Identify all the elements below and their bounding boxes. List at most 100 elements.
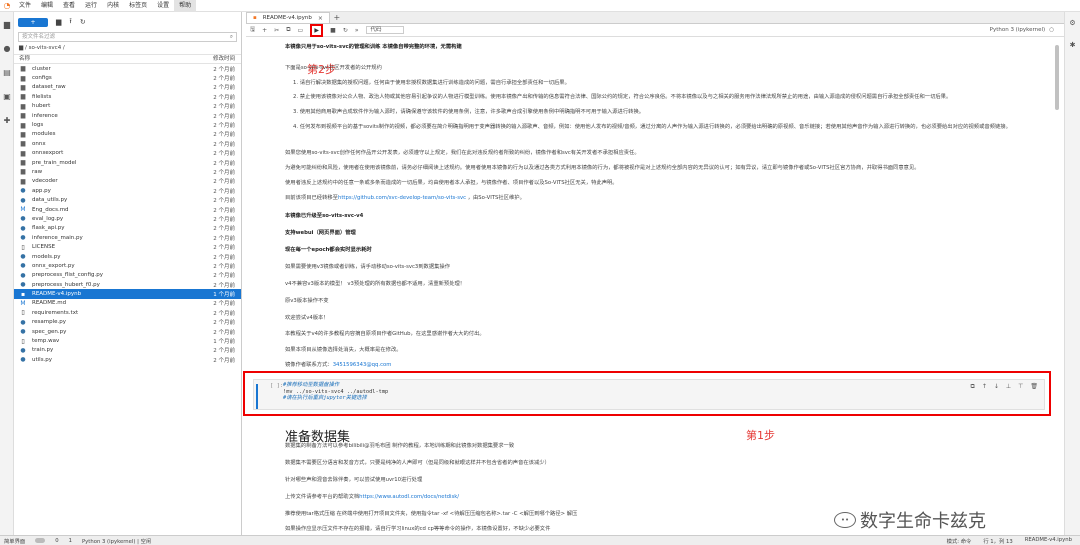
new-folder-icon[interactable]: ▆ [56, 18, 61, 26]
rules-intro: 下面是so-vits-svc社区开发者的公开规约 [285, 65, 382, 71]
repo-prefix: 目前该项目已经转移至 [285, 195, 338, 201]
file-row[interactable]: ● models.py 2 个月前 [14, 252, 241, 261]
file-row[interactable]: ● app.py 2 个月前 [14, 186, 241, 195]
running-icon[interactable]: ● [0, 36, 14, 60]
file-modified: 2 个月前 [213, 329, 235, 336]
python-file-icon: ● [20, 356, 26, 364]
python-file-icon: ● [20, 187, 26, 195]
file-modified: 2 个月前 [213, 254, 235, 261]
file-row[interactable]: ● spec_gen.py 2 个月前 [14, 327, 241, 336]
menu-view[interactable]: 查看 [58, 0, 80, 12]
restart-icon[interactable]: ↻ [343, 27, 348, 34]
repo-link[interactable]: https://github.com/svc-develop-team/so-v… [338, 195, 466, 201]
file-row[interactable]: ▆ modules 2 个月前 [14, 130, 241, 139]
file-modified: 2 个月前 [213, 66, 235, 73]
file-row[interactable]: ▯ requirements.txt 2 个月前 [14, 308, 241, 317]
file-row[interactable]: ▆ configs 2 个月前 [14, 73, 241, 83]
breadcrumb[interactable]: ▆ / so-vits-svc4 / [14, 42, 241, 54]
duplicate-cell-icon[interactable]: ⧉ [971, 383, 975, 391]
file-row[interactable]: ● eval_log.py 2 个月前 [14, 214, 241, 223]
folder-icon[interactable]: ▆ [0, 12, 14, 36]
copy-icon[interactable]: ⧉ [286, 26, 290, 34]
stop-icon[interactable]: ■ [330, 27, 336, 34]
column-modified-header[interactable]: 修改时间 [213, 55, 235, 63]
menu-settings[interactable]: 设置 [152, 0, 174, 12]
file-row[interactable]: ▪ README-v4.ipynb 1 个月前 [14, 289, 241, 299]
kernel-indicator[interactable]: Python 3 (ipykernel) ○ [990, 27, 1054, 33]
file-row[interactable]: ● preprocess_hubert_f0.py 2 个月前 [14, 280, 241, 289]
file-name: preprocess_flist_config.py [32, 272, 103, 279]
tabs-icon[interactable]: ▣ [0, 84, 14, 108]
webui-heading: 支持webui（网页界面）管理 [285, 230, 356, 236]
menu-help[interactable]: 帮助 [174, 0, 197, 12]
cell-type-select[interactable]: 代码 [365, 26, 404, 34]
cut-icon[interactable]: ✂ [274, 27, 279, 34]
upload-icon[interactable]: ⭱ [69, 17, 71, 28]
tab-readme-notebook[interactable]: ▪ README-v4.ipynb × [246, 12, 330, 23]
file-row[interactable]: ▆ raw 2 个月前 [14, 167, 241, 176]
delete-cell-icon[interactable]: 🗑 [1030, 383, 1038, 391]
property-inspector-icon[interactable]: ⚙ [1065, 12, 1080, 34]
file-row[interactable]: ▯ LICENSE 2 个月前 [14, 242, 241, 252]
file-row[interactable]: ▆ dataset_raw 2 个月前 [14, 83, 241, 92]
menu-edit[interactable]: 编辑 [36, 0, 58, 12]
rule-item-2: 2. 禁止使用该镜像对公众人物、政治人物或其他容易引起争议的人物进行模型训练。使… [293, 94, 952, 100]
file-row[interactable]: ▆ onnx 2 个月前 [14, 139, 241, 148]
file-row[interactable]: ● resample.py 2 个月前 [14, 318, 241, 327]
menu-run[interactable]: 运行 [80, 0, 102, 12]
file-row[interactable]: ● flask_api.py 2 个月前 [14, 224, 241, 233]
file-row[interactable]: ● data_utils.py 2 个月前 [14, 195, 241, 205]
simple-mode-toggle[interactable] [35, 538, 46, 543]
file-row[interactable]: ▆ cluster 2 个月前 [14, 64, 241, 73]
menu-file[interactable]: 文件 [14, 0, 36, 12]
code-cell[interactable]: [ ]: #推荐移动至数据盘操作 !mv ../so-vits-svc4 ../… [253, 379, 1045, 410]
fast-forward-icon[interactable]: » [355, 27, 359, 34]
paste-icon[interactable]: ▭ [297, 27, 303, 34]
cursor-position[interactable]: 行 1，列 13 [983, 537, 1012, 545]
file-row[interactable]: ▆ filelists 2 个月前 [14, 92, 241, 101]
kernel-status-icon: ○ [1049, 27, 1054, 33]
menu-tabs[interactable]: 标签页 [124, 0, 152, 12]
insert-cell-icon[interactable]: + [262, 27, 267, 34]
file-row[interactable]: ▆ inference 2 个月前 [14, 111, 241, 120]
save-icon[interactable]: 🖫 [250, 25, 255, 35]
file-modified: 2 个月前 [213, 169, 235, 176]
kernel-status[interactable]: Python 3 (ipykernel) | 空闲 [82, 537, 151, 545]
commands-icon[interactable]: ▤ [0, 60, 14, 84]
new-launcher-button[interactable]: + [18, 17, 48, 27]
file-row[interactable]: M Eng_docs.md 2 个月前 [14, 205, 241, 214]
file-row[interactable]: ● inference_main.py 2 个月前 [14, 233, 241, 242]
vertical-scrollbar[interactable] [1055, 45, 1059, 110]
move-down-icon[interactable]: ↓ [994, 383, 999, 391]
refresh-icon[interactable]: ↻ [80, 18, 86, 26]
contact-email-link[interactable]: 3451596343@qq.com [333, 362, 392, 368]
move-up-icon[interactable]: ↑ [982, 383, 987, 391]
file-row[interactable]: M README.md 2 个月前 [14, 299, 241, 308]
file-row[interactable]: ▯ temp.wav 1 个月前 [14, 336, 241, 346]
folder-icon: ▆ [20, 130, 26, 138]
debugger-icon[interactable]: ✱ [1065, 34, 1080, 56]
file-row[interactable]: ● utils.py 2 个月前 [14, 355, 241, 364]
file-row[interactable]: ▆ vdecoder 2 个月前 [14, 177, 241, 186]
file-row[interactable]: ● onnx_export.py 2 个月前 [14, 261, 241, 270]
insert-below-icon[interactable]: ⊤ [1018, 383, 1023, 391]
upload-doc-link[interactable]: https://www.autodl.com/docs/netdisk/ [359, 494, 459, 500]
column-name-header[interactable]: 名称 [19, 55, 30, 63]
file-row[interactable]: ▆ logs 2 个月前 [14, 120, 241, 130]
insert-above-icon[interactable]: ⊥ [1006, 383, 1011, 391]
extensions-icon[interactable]: ✚ [0, 108, 14, 132]
file-row[interactable]: ▆ pre_train_model 2 个月前 [14, 158, 241, 167]
welcome-note: 欢迎尝试v4版本！ [285, 315, 329, 321]
file-row[interactable]: ● train.py 2 个月前 [14, 346, 241, 355]
close-icon[interactable]: × [318, 15, 323, 22]
code-editor[interactable]: #推荐移动至数据盘操作 !mv ../so-vits-svc4 ../autod… [283, 382, 388, 402]
menu-kernel[interactable]: 内核 [102, 0, 124, 12]
file-row[interactable]: ▆ hubert 2 个月前 [14, 102, 241, 111]
kernel-name: Python 3 (ipykernel) [989, 27, 1046, 33]
file-row[interactable]: ▆ onnxexport 2 个月前 [14, 149, 241, 158]
file-row[interactable]: ● preprocess_flist_config.py 2 个月前 [14, 271, 241, 280]
run-cell-button[interactable]: ▶ [310, 23, 324, 37]
add-tab-icon[interactable]: + [332, 13, 342, 23]
file-filter-input[interactable]: 按文件名过滤 ⌕ [18, 32, 237, 42]
notebook-panel: ▪ README-v4.ipynb × + 🖫 + ✂ ⧉ ▭ ▶ ■ ↻ » … [243, 12, 1064, 535]
